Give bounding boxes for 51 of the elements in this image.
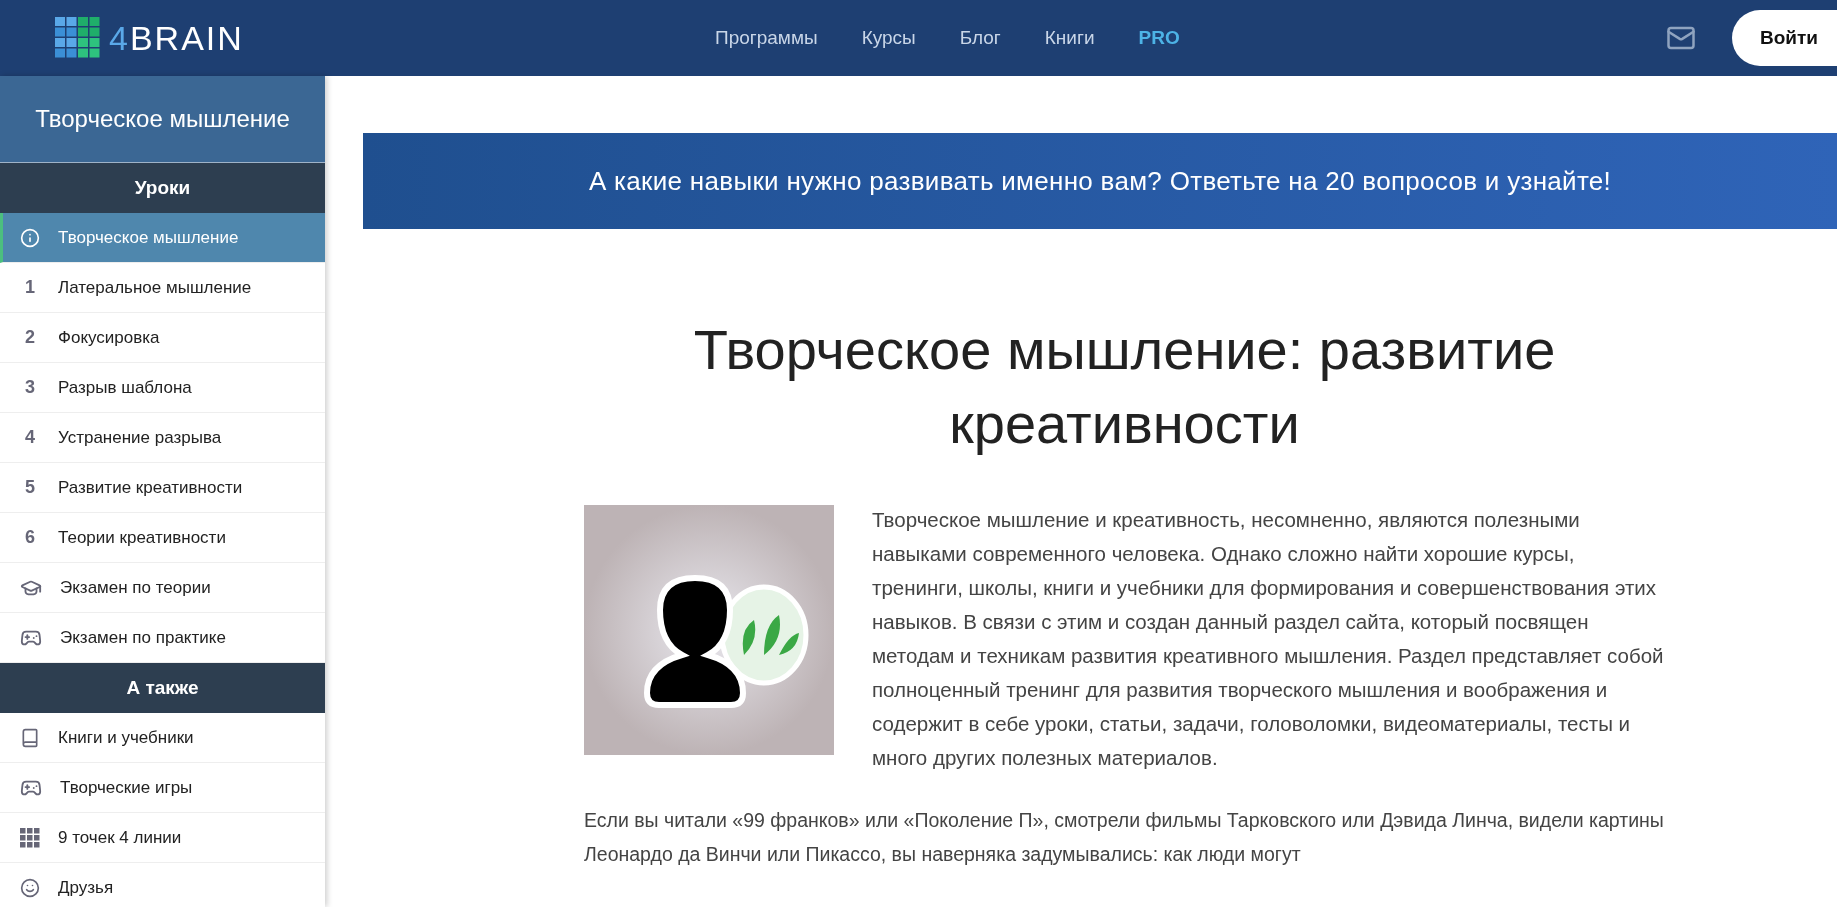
item-label: 9 точек 4 линии — [58, 827, 182, 848]
nav-link[interactable]: Программы — [715, 27, 818, 49]
smiley-icon — [20, 877, 40, 898]
sidebar-item[interactable]: Творческое мышление — [0, 213, 325, 263]
item-label: Творческое мышление — [58, 227, 239, 248]
nav-link[interactable]: Блог — [959, 27, 1001, 49]
sidebar-item[interactable]: Книги и учебники — [0, 713, 325, 763]
item-label: Друзья — [58, 877, 114, 898]
sidebar-title: Творческое мышление — [0, 76, 325, 163]
sidebar-item[interactable]: 5 Развитие креативности — [0, 463, 325, 513]
sidebar-item[interactable]: 3 Разрыв шаблона — [0, 363, 325, 413]
sidebar-item[interactable]: 1 Латеральное мышление — [0, 263, 325, 313]
sidebar-item[interactable]: Творческие игры — [0, 763, 325, 813]
item-label: Развитие креативности — [58, 477, 243, 498]
item-label: Книги и учебники — [58, 727, 194, 748]
login-button[interactable]: Войти — [1732, 10, 1837, 66]
item-label: Экзамен по практике — [60, 627, 226, 648]
lesson-number: 1 — [24, 277, 36, 298]
nav-link[interactable]: PRO — [1138, 27, 1180, 49]
sidebar-item[interactable]: 6 Теории креативности — [0, 513, 325, 563]
lesson-number: 2 — [24, 327, 36, 348]
nav-link[interactable]: Курсы — [861, 27, 916, 49]
sidebar-item[interactable]: 2 Фокусировка — [0, 313, 325, 363]
section-heading: Уроки — [0, 163, 325, 213]
article-paragraph: Если вы читали «99 франков» или «Поколение П», смотрели фильмы Тарковского или Дэвида Линча, видели картины Леонардо да Винчи или Пикассо, вы наверняка задумывались: как люди могут — [584, 808, 1665, 867]
sidebar-item[interactable]: 4 Устранение разрыва — [0, 413, 325, 463]
logo-text[interactable]: 4BRAIN — [109, 18, 244, 58]
lesson-number: 5 — [24, 477, 36, 498]
book-icon — [20, 727, 40, 748]
grid-icon — [20, 827, 40, 848]
sidebar-item[interactable]: Экзамен по теории — [0, 563, 325, 613]
item-label: Экзамен по теории — [60, 577, 211, 598]
sidebar-item[interactable]: 9 точек 4 линии — [0, 813, 325, 863]
nav-link[interactable]: Книги — [1044, 27, 1095, 49]
item-label: Разрыв шаблона — [58, 377, 192, 398]
lesson-number: 6 — [24, 527, 36, 548]
article-paragraph: Творческое мышление и креативность, несомненно, являются полезными навыками современного человека. Однако сложно найти хорошие курсы, тренинги, школы, книги и учебники для формирования и совершенствования этих навыков. В связи с этим и создан данный раздел сайта, который посвящен методам и техникам развития креативного мышления. Раздел представляет собой полноценный тренинг для развития творческого мышления и воображения и содержит в себе уроки, статьи, задачи, головоломки, видеоматериалы, тесты и много других полезных материалов. — [872, 507, 1665, 771]
sidebar-item[interactable]: Экзамен по практике — [0, 613, 325, 663]
lesson-number: 4 — [24, 427, 36, 448]
section-heading: А также — [0, 663, 325, 713]
item-label: Творческие игры — [60, 777, 193, 798]
cube-logo-icon — [55, 17, 101, 59]
item-label: Теории креативности — [58, 527, 226, 548]
quiz-banner[interactable]: А какие навыки нужно развивать именно вам? Ответьте на 20 вопросов и узнайте! — [363, 133, 1837, 229]
item-label: Устранение разрыва — [58, 427, 222, 448]
info-icon — [20, 227, 40, 248]
article-title: Творческое мышление: развитие креативности — [692, 317, 1557, 457]
item-label: Фокусировка — [58, 327, 160, 348]
lesson-number: 3 — [24, 377, 36, 398]
item-label: Латеральное мышление — [58, 277, 252, 298]
sidebar-item[interactable]: Друзья — [0, 863, 325, 907]
